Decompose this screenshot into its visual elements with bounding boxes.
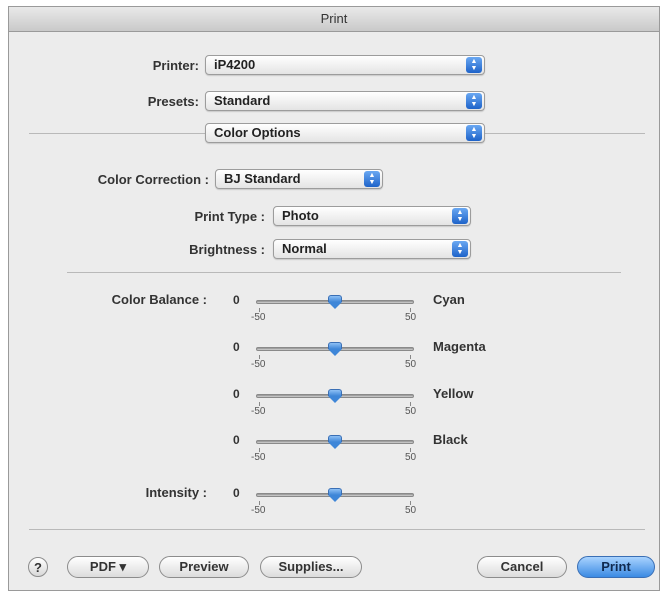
pdf-button[interactable]: PDF ▾	[67, 556, 149, 578]
intensity-max-label: 50	[405, 505, 417, 516]
print-type-label: Print Type :	[194, 209, 265, 224]
magenta-min-label: -50	[251, 359, 266, 370]
black-max-label: 50	[405, 452, 417, 463]
cyan-label: Cyan	[433, 292, 465, 307]
panel-popup[interactable]: Color Options ▲ ▼	[205, 123, 485, 143]
magenta-slider-row: 0 -50 50 Magenta	[9, 336, 659, 376]
yellow-min-label: -50	[251, 406, 266, 417]
intensity-slider-row: 0 -50 50	[9, 482, 659, 522]
intensity-value: 0	[233, 486, 240, 500]
presets-popup[interactable]: Standard ▲ ▼	[205, 91, 485, 111]
black-label: Black	[433, 432, 468, 447]
brightness-popup[interactable]: Normal ▲ ▼	[273, 239, 471, 259]
help-button[interactable]: ?	[28, 557, 48, 577]
printer-popup[interactable]: iP4200 ▲ ▼	[205, 55, 485, 75]
black-value: 0	[233, 433, 240, 447]
question-icon: ?	[34, 560, 42, 575]
separator	[67, 272, 621, 273]
separator	[29, 133, 205, 134]
brightness-value: Normal	[282, 241, 327, 256]
cancel-button[interactable]: Cancel	[477, 556, 567, 578]
cyan-min-label: -50	[251, 312, 266, 323]
color-correction-value: BJ Standard	[224, 171, 301, 186]
up-down-arrows-icon: ▲ ▼	[452, 208, 468, 224]
yellow-label: Yellow	[433, 386, 474, 401]
separator	[485, 133, 645, 134]
panel-value: Color Options	[214, 125, 301, 140]
brightness-label: Brightness :	[189, 242, 265, 257]
slider-thumb-icon[interactable]	[328, 435, 342, 449]
color-correction-popup[interactable]: BJ Standard ▲ ▼	[215, 169, 383, 189]
separator	[29, 529, 645, 530]
cyan-slider-row: 0 -50 50 Cyan	[9, 289, 659, 329]
magenta-value: 0	[233, 340, 240, 354]
preview-button[interactable]: Preview	[159, 556, 249, 578]
black-min-label: -50	[251, 452, 266, 463]
window-title: Print	[9, 7, 659, 32]
yellow-max-label: 50	[405, 406, 417, 417]
cyan-value: 0	[233, 293, 240, 307]
print-dialog: Print Printer: iP4200 ▲ ▼ Presets: Standa…	[8, 6, 660, 591]
printer-value: iP4200	[214, 57, 256, 72]
yellow-value: 0	[233, 387, 240, 401]
supplies-button[interactable]: Supplies...	[260, 556, 362, 578]
print-button[interactable]: Print	[577, 556, 655, 578]
yellow-slider-row: 0 -50 50 Yellow	[9, 383, 659, 423]
color-correction-label: Color Correction :	[97, 172, 209, 187]
magenta-label: Magenta	[433, 339, 486, 354]
slider-thumb-icon[interactable]	[328, 389, 342, 403]
up-down-arrows-icon: ▲ ▼	[466, 93, 482, 109]
print-type-value: Photo	[282, 208, 319, 223]
up-down-arrows-icon: ▲ ▼	[466, 57, 482, 73]
slider-thumb-icon[interactable]	[328, 342, 342, 356]
slider-thumb-icon[interactable]	[328, 295, 342, 309]
printer-label: Printer:	[152, 58, 199, 73]
print-type-popup[interactable]: Photo ▲ ▼	[273, 206, 471, 226]
black-slider-row: 0 -50 50 Black	[9, 429, 659, 469]
presets-value: Standard	[214, 93, 271, 108]
cyan-max-label: 50	[405, 312, 417, 323]
intensity-min-label: -50	[251, 505, 266, 516]
slider-thumb-icon[interactable]	[328, 488, 342, 502]
magenta-max-label: 50	[405, 359, 417, 370]
up-down-arrows-icon: ▲ ▼	[364, 171, 380, 187]
presets-label: Presets:	[147, 94, 199, 109]
up-down-arrows-icon: ▲ ▼	[452, 241, 468, 257]
up-down-arrows-icon: ▲ ▼	[466, 125, 482, 141]
